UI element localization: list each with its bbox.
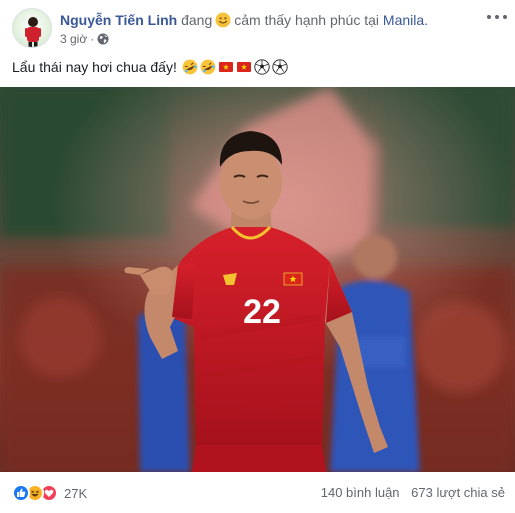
author-name[interactable]: Nguyễn Tiến Linh (60, 12, 177, 28)
reaction-count: 27K (64, 485, 88, 501)
meta-separator: · (90, 32, 95, 46)
post-emojis (182, 59, 288, 75)
post-timestamp[interactable]: 3 giờ (60, 32, 87, 46)
post-photo[interactable]: 22 (0, 87, 515, 472)
post-footer: 27K 140 bình luận 673 lượt chia sẻ (0, 472, 515, 513)
engagement-stats: 140 bình luận 673 lượt chia sẻ (321, 485, 505, 500)
more-options-icon[interactable] (486, 9, 508, 25)
vietnam-flag-icon (218, 62, 233, 72)
like-icon (12, 484, 30, 502)
rofl-emoji-icon (182, 59, 198, 75)
header-title-line: Nguyễn Tiến Linh đang cảm thấy hạnh phúc… (60, 11, 460, 29)
soccer-ball-icon (272, 59, 288, 75)
shares-count-link[interactable]: 673 lượt chia sẻ (411, 485, 505, 500)
feeling-text: cảm thấy hạnh phúc tại (234, 12, 380, 28)
vietnam-flag-icon (236, 62, 251, 72)
reactions-summary[interactable]: 27K (12, 484, 87, 502)
smile-icon (215, 12, 231, 28)
rofl-emoji-icon (200, 59, 216, 75)
globe-icon[interactable] (97, 33, 109, 45)
post-meta: 3 giờ · (60, 31, 109, 47)
feeling-prefix: đang (181, 12, 213, 28)
author-avatar[interactable] (12, 8, 52, 48)
location-link[interactable]: Manila. (383, 12, 428, 28)
post-message: Lẩu thái nay hơi chua đấy! (12, 58, 288, 76)
jersey-number: 22 (243, 293, 281, 331)
post-header: Nguyễn Tiến Linh đang cảm thấy hạnh phúc… (0, 0, 515, 50)
facebook-post: Nguyễn Tiến Linh đang cảm thấy hạnh phúc… (0, 0, 515, 513)
comments-count-link[interactable]: 140 bình luận (321, 485, 400, 500)
soccer-ball-icon (254, 59, 270, 75)
post-text: Lẩu thái nay hơi chua đấy! (12, 59, 177, 75)
